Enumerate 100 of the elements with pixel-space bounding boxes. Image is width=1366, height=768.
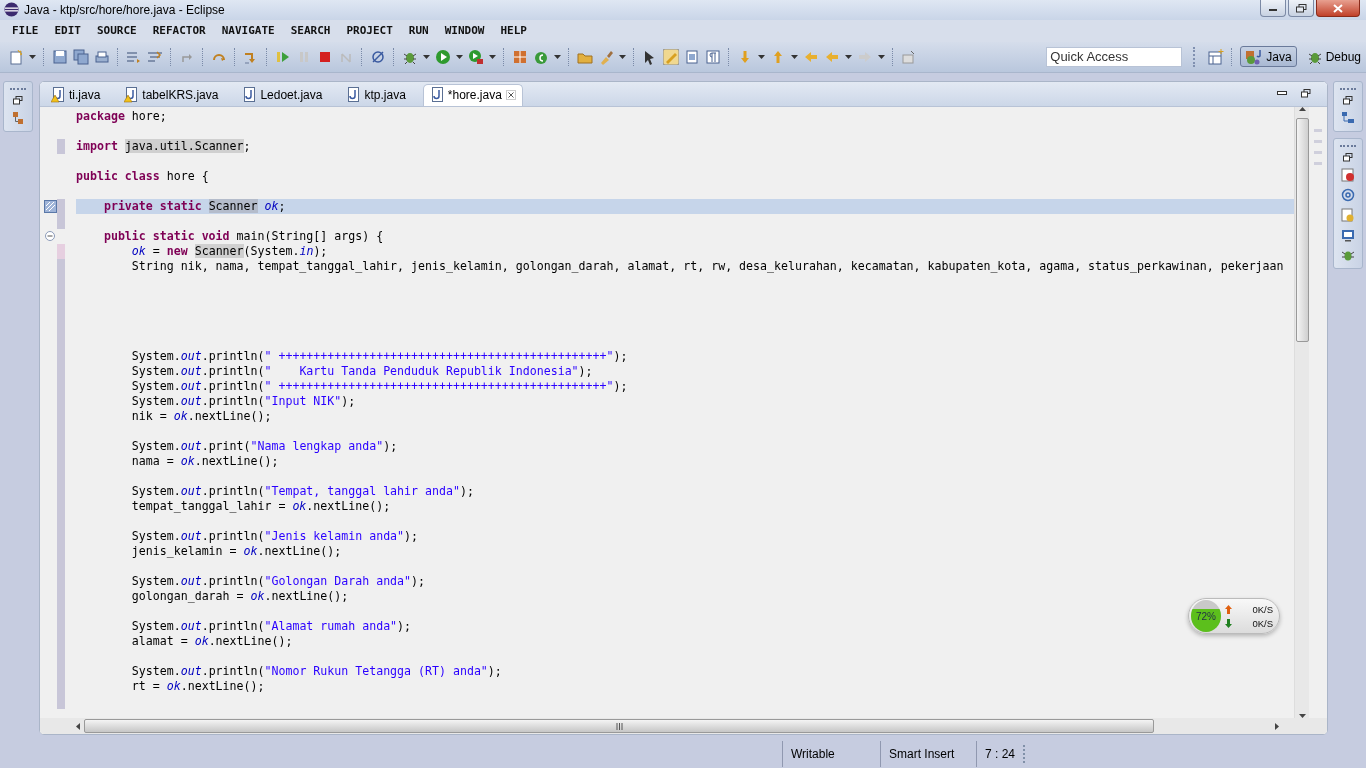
outline-icon[interactable] (1341, 110, 1355, 125)
code-line: System.out.println("Golongan Darah anda"); (130, 573, 426, 589)
editor-tab[interactable]: *hore.java (422, 83, 523, 106)
upload-speed: 0K/S (1251, 603, 1274, 615)
status-field: Writable (782, 741, 880, 767)
code-line: golongan_darah = ok.nextLine(); (130, 588, 349, 604)
menu-item[interactable]: EDIT (48, 24, 87, 38)
menu-item[interactable]: RUN (402, 24, 435, 38)
menu-item[interactable]: PROJECT (340, 24, 399, 38)
code-line: System.out.println(" +++++++++++++++++++++++++++++++++++++++++++++++"); (130, 378, 628, 394)
java-file-icon (242, 87, 257, 104)
code-line: public static void main(String[] args) { (102, 228, 384, 244)
code-line: System.out.println("Alamat rumah anda"); (130, 618, 412, 634)
code-line: import java.util.Scanner; (76, 138, 251, 154)
dropdown-caret-icon[interactable] (791, 54, 798, 59)
scrollbar-thumb[interactable] (84, 719, 1154, 733)
dropdown-caret-icon[interactable] (489, 54, 496, 59)
dropdown-caret-icon[interactable] (619, 54, 626, 59)
occurrence-marker-icon (43, 199, 57, 213)
dropdown-caret-icon[interactable] (29, 54, 36, 59)
collapse-icon[interactable] (45, 231, 55, 242)
editor-tab[interactable]: tabelKRS.java (117, 83, 236, 106)
run-tool-icon[interactable] (468, 48, 484, 65)
menu-item[interactable]: HELP (494, 24, 533, 38)
code-line: alamat = ok.nextLine(); (130, 633, 293, 649)
brush-icon[interactable] (598, 48, 614, 65)
scroll-down-arrow-icon[interactable] (1298, 714, 1306, 718)
open-perspective-icon[interactable] (1208, 48, 1225, 65)
restore-icon[interactable] (1295, 3, 1307, 13)
code-line: System.out.println("Tempat, tanggal lahir anda"); (130, 483, 474, 499)
lines-arrow-icon[interactable] (147, 48, 163, 65)
code-line: System.out.println("Jenis kelamin anda"); (130, 528, 419, 544)
dropdown-caret-icon[interactable] (878, 54, 885, 59)
run-icon[interactable] (435, 48, 451, 65)
quick-access-field[interactable]: Quick Access (1046, 46, 1183, 67)
code-line: rt = ok.nextLine(); (130, 678, 265, 694)
dropdown-caret-icon[interactable] (456, 54, 463, 59)
editor-tab[interactable]: Ledoet.java (235, 83, 340, 106)
download-speed: 0K/S (1251, 617, 1274, 629)
java-file-icon (346, 87, 361, 104)
restore-icon[interactable] (13, 95, 23, 105)
package-explorer-icon[interactable] (12, 110, 24, 125)
close-icon[interactable] (505, 90, 516, 101)
scroll-right-arrow-icon[interactable] (1275, 722, 1279, 730)
upload-arrow-icon (1225, 604, 1232, 614)
package-icon[interactable] (512, 48, 528, 65)
code-line: nik = ok.nextLine(); (130, 408, 272, 424)
code-line: public class hore { (76, 168, 209, 184)
menu-item[interactable]: REFACTOR (146, 24, 212, 38)
dropdown-caret-icon[interactable] (758, 54, 765, 59)
java-file-icon (429, 87, 444, 104)
minimize-button[interactable] (1260, 0, 1286, 17)
code-line: nama = ok.nextLine(); (130, 453, 279, 469)
perspective-button[interactable]: Debug (1301, 46, 1366, 68)
scroll-left-arrow-icon[interactable] (76, 722, 80, 730)
java-file-warning-icon (51, 87, 65, 104)
usage-percent: 72% (1196, 610, 1216, 622)
java-file-warning-icon (124, 87, 139, 104)
perspective-button[interactable]: Java (1240, 46, 1297, 68)
menu-item[interactable]: WINDOW (438, 24, 491, 38)
eclipse-logo-icon (4, 2, 19, 18)
block-icon[interactable] (684, 48, 700, 65)
menu-item[interactable]: FILE (6, 24, 45, 38)
code-line: ok = new Scanner(System.in); (130, 243, 328, 259)
window-title: Java - ktp/src/hore/hore.java - Eclipse (24, 3, 226, 17)
code-line: tempat_tanggal_lahir = ok.nextLine(); (130, 498, 391, 514)
code-line: package hore; (76, 108, 167, 124)
new-file-icon[interactable] (8, 48, 24, 65)
dropdown-caret-icon[interactable] (554, 54, 561, 59)
code-line: System.out.print("Nama lengkap anda"); (130, 438, 398, 454)
restore-icon[interactable] (1343, 152, 1353, 162)
menu-item[interactable]: SOURCE (91, 24, 143, 38)
pilcrow-icon[interactable] (705, 48, 721, 65)
code-line: jenis_kelamin = ok.nextLine(); (130, 543, 342, 559)
code-line: System.out.println(" +++++++++++++++++++++++++++++++++++++++++++++++"); (130, 348, 628, 364)
restore-icon[interactable] (1343, 95, 1353, 105)
status-field: 7 : 24 (976, 741, 1024, 767)
code-line: String nik, nama, tempat_tanggal_lahir, jenis_kelamin, golongan_darah, alamat, rt, rw, desa_kelurahan, kecamatan, kabupaten_kota, agama, status_perkawinan, pekerjaan (130, 258, 1284, 274)
scroll-up-arrow-icon[interactable] (1298, 106, 1306, 111)
declaration-icon[interactable] (1341, 207, 1355, 222)
console-icon[interactable] (1341, 227, 1355, 242)
dropdown-caret-icon[interactable] (423, 54, 430, 59)
editor-tab[interactable]: ktp.java (339, 83, 423, 106)
at-sign-icon[interactable] (1341, 187, 1355, 202)
code-line: System.out.println("Nomor Rukun Tetangga (RT) anda"); (130, 663, 502, 679)
dropdown-caret-icon[interactable] (845, 54, 852, 59)
close-button[interactable] (1316, 0, 1360, 17)
save-all-icon[interactable] (73, 48, 89, 65)
java-perspective-icon (1245, 48, 1264, 65)
maximize-icon[interactable] (1301, 89, 1311, 99)
menu-item[interactable]: SEARCH (284, 24, 337, 38)
save-icon[interactable] (52, 48, 68, 65)
restore-button[interactable] (1288, 0, 1314, 17)
scrollbar-thumb[interactable] (1295, 117, 1309, 342)
print-icon[interactable] (94, 48, 110, 65)
editor-tab[interactable]: ti.java (44, 83, 118, 106)
problems-icon[interactable] (1341, 167, 1355, 182)
menu-item[interactable]: NAVIGATE (215, 24, 281, 38)
download-arrow-icon (1225, 618, 1232, 628)
code-line: System.out.println(" Kartu Tanda Penduduk Republik Indonesia"); (130, 363, 593, 379)
